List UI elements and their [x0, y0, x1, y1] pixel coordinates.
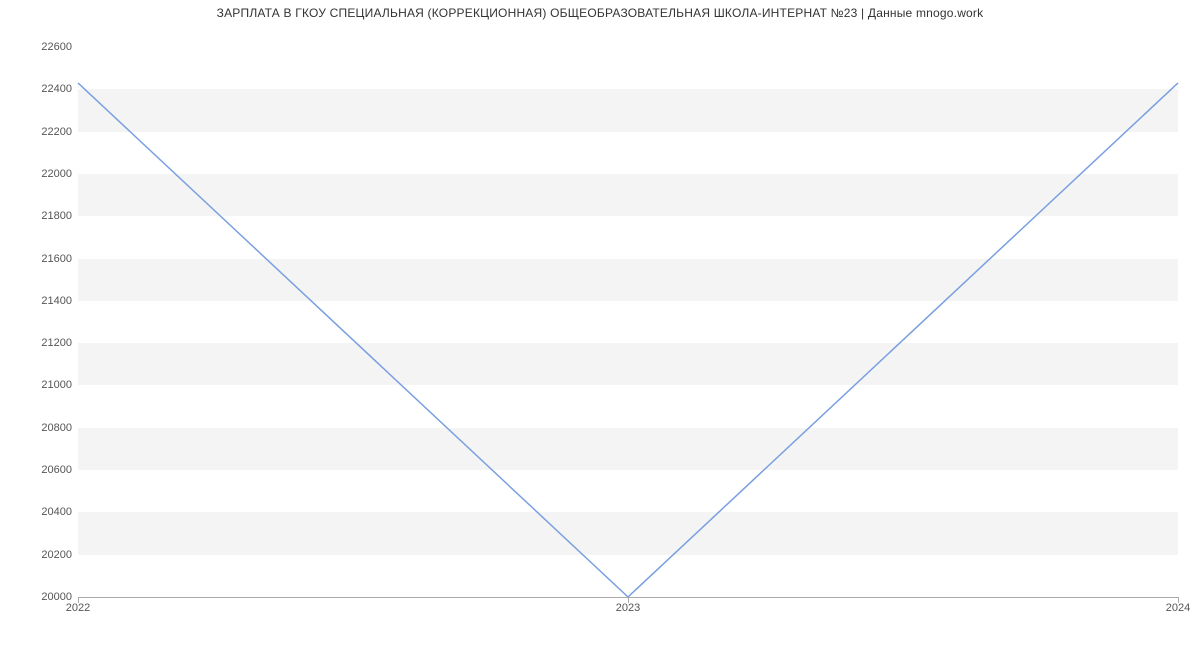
y-tick-label: 22000	[12, 168, 72, 180]
y-tick-label: 20800	[12, 422, 72, 434]
y-tick-label: 21600	[12, 253, 72, 265]
y-tick-label: 21200	[12, 337, 72, 349]
y-tick-label: 21400	[12, 295, 72, 307]
y-tick-label: 22400	[12, 83, 72, 95]
y-tick-label: 20000	[12, 591, 72, 603]
x-tick-mark	[78, 597, 79, 603]
x-tick-mark	[1178, 597, 1179, 603]
y-tick-label: 22200	[12, 126, 72, 138]
x-tick-mark	[628, 597, 629, 603]
x-tick-label: 2022	[66, 602, 90, 614]
line-series	[78, 47, 1178, 597]
chart-title: ЗАРПЛАТА В ГКОУ СПЕЦИАЛЬНАЯ (КОРРЕКЦИОНН…	[0, 6, 1200, 20]
y-tick-label: 21800	[12, 210, 72, 222]
y-tick-label: 20600	[12, 464, 72, 476]
plot-area	[78, 47, 1178, 598]
y-tick-label: 22600	[12, 41, 72, 53]
x-tick-label: 2023	[616, 602, 640, 614]
y-tick-label: 20200	[12, 549, 72, 561]
y-tick-label: 20400	[12, 506, 72, 518]
y-tick-label: 21000	[12, 379, 72, 391]
series-line	[78, 83, 1178, 597]
chart-container: ЗАРПЛАТА В ГКОУ СПЕЦИАЛЬНАЯ (КОРРЕКЦИОНН…	[0, 0, 1200, 650]
x-tick-label: 2024	[1166, 602, 1190, 614]
